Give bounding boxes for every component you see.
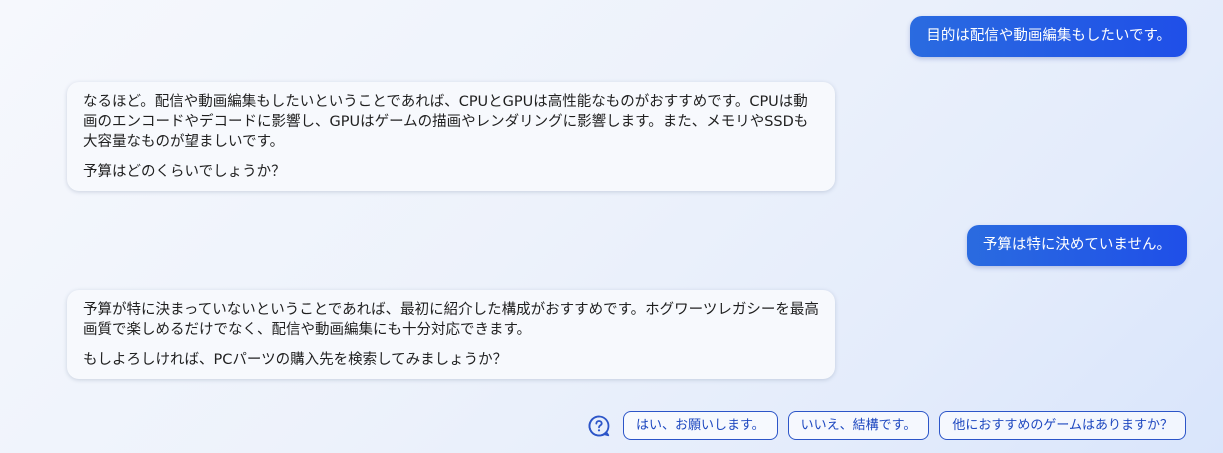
suggestion-other-games-button[interactable]: 他におすすめのゲームはありますか？ [939, 411, 1186, 440]
assistant-message: 予算が特に決まっていないということであれば、最初に紹介した構成がおすすめです。ホ… [67, 290, 835, 379]
user-message: 予算は特に決めていません。 [966, 225, 1187, 266]
assistant-paragraph: もしよろしければ、PCパーツの購入先を検索してみましょうか？ [83, 352, 508, 368]
user-message: 目的は配信や動画編集もしたいです。 [910, 16, 1187, 57]
assistant-paragraph: なるほど。配信や動画編集もしたいということであれば、CPUとGPUは高性能なもの… [83, 94, 809, 150]
help-question-icon[interactable] [587, 414, 611, 438]
suggestion-no-button[interactable]: いいえ、結構です。 [787, 411, 930, 440]
chat-conversation: 目的は配信や動画編集もしたいです。 なるほど。配信や動画編集もしたいということで… [0, 0, 1223, 453]
suggestion-yes-button[interactable]: はい、お願いします。 [622, 411, 778, 440]
suggested-replies: はい、お願いします。 いいえ、結構です。 他におすすめのゲームはありますか？ [587, 411, 1186, 440]
help-question-icon-svg [588, 415, 610, 436]
assistant-paragraph: 予算はどのくらいでしょうか？ [83, 164, 286, 180]
assistant-message: なるほど。配信や動画編集もしたいということであれば、CPUとGPUは高性能なもの… [67, 82, 835, 191]
assistant-paragraph: 予算が特に決まっていないということであれば、最初に紹介した構成がおすすめです。ホ… [83, 302, 819, 338]
